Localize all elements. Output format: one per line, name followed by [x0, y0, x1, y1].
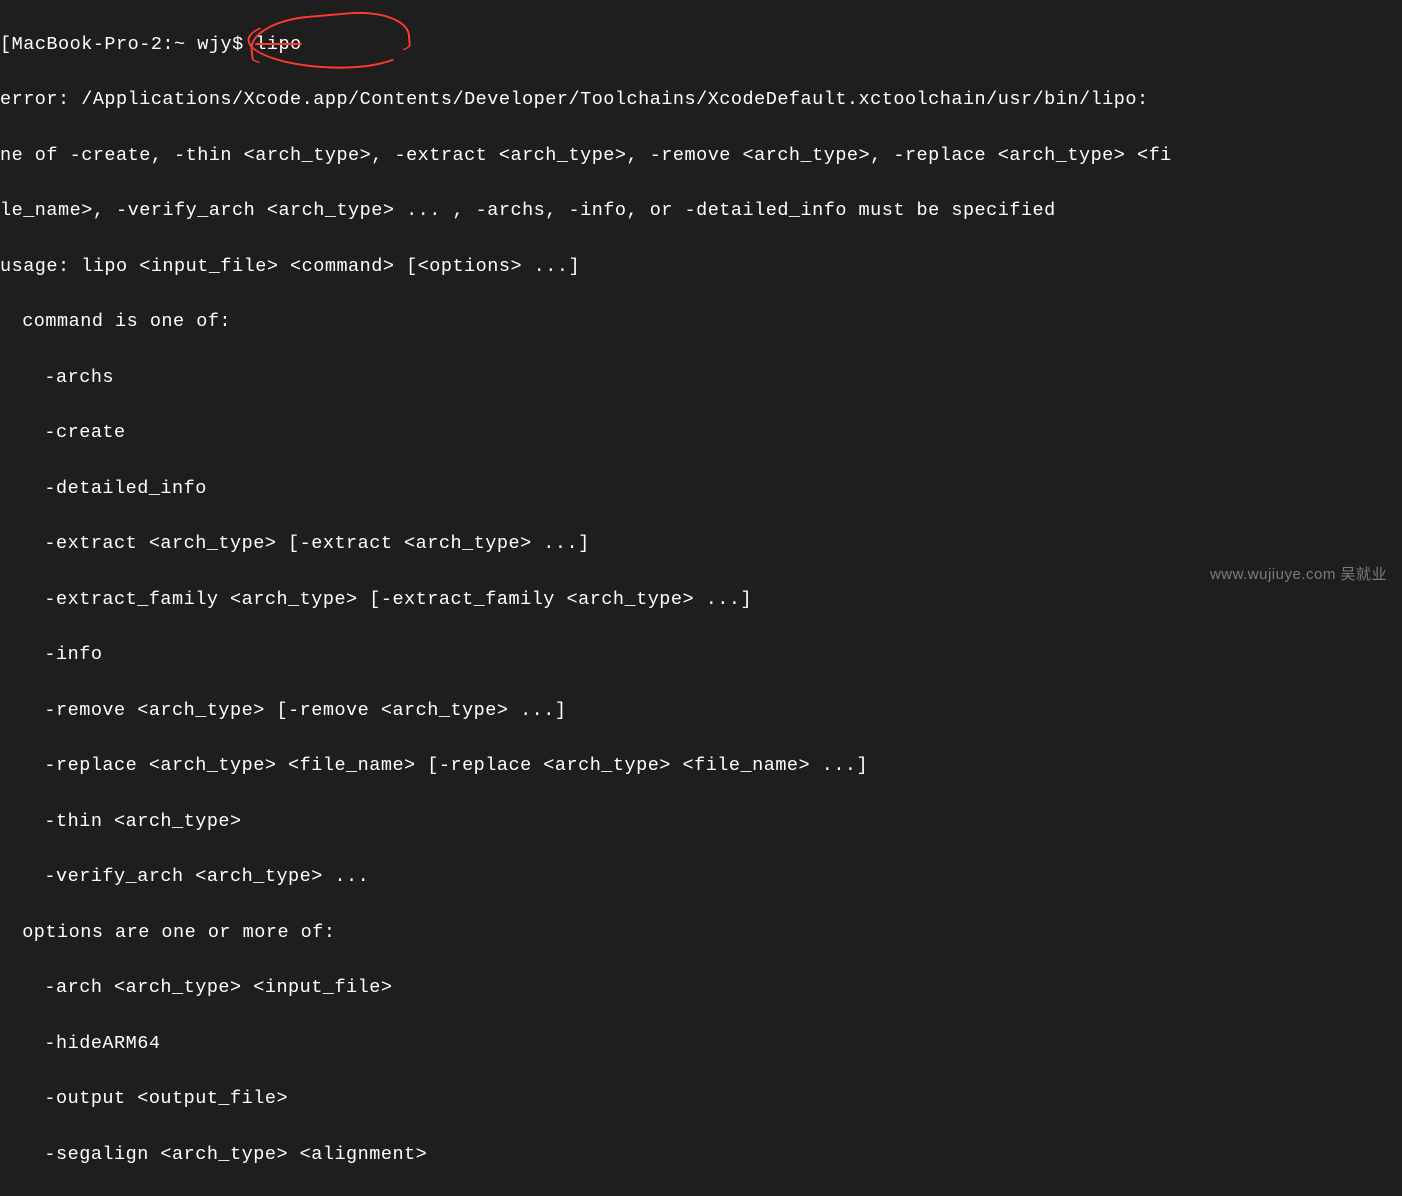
option-item: -hideARM64	[0, 1030, 1402, 1058]
command-item: -extract_family <arch_type> [-extract_fa…	[0, 586, 1402, 614]
command-item: -detailed_info	[0, 475, 1402, 503]
prompt-path: ~	[174, 34, 186, 55]
command-item: -extract <arch_type> [-extract <arch_typ…	[0, 530, 1402, 558]
usage-line: usage: lipo <input_file> <command> [<opt…	[0, 253, 1402, 281]
prompt-line[interactable]: [MacBook-Pro-2:~ wjy$ lipo	[0, 31, 1402, 59]
error-line: ne of -create, -thin <arch_type>, -extra…	[0, 142, 1402, 170]
prompt-host: MacBook-Pro-2:	[12, 34, 174, 55]
options-header: options are one or more of:	[0, 919, 1402, 947]
prompt-bracket: [	[0, 34, 12, 55]
watermark: www.wujiuye.com 吴就业	[1210, 564, 1387, 587]
command-item: -thin <arch_type>	[0, 808, 1402, 836]
option-item: -segalign <arch_type> <alignment>	[0, 1141, 1402, 1169]
option-item: -output <output_file>	[0, 1085, 1402, 1113]
command-item: -replace <arch_type> <file_name> [-repla…	[0, 752, 1402, 780]
error-line: error: /Applications/Xcode.app/Contents/…	[0, 86, 1402, 114]
command-item: -verify_arch <arch_type> ...	[0, 863, 1402, 891]
prompt-user: wjy$	[197, 34, 243, 55]
terminal-output[interactable]: [MacBook-Pro-2:~ wjy$ lipo error: /Appli…	[0, 3, 1402, 1196]
option-item: -arch <arch_type> <input_file>	[0, 974, 1402, 1002]
command-item: -archs	[0, 364, 1402, 392]
command-item: -info	[0, 641, 1402, 669]
command-header: command is one of:	[0, 308, 1402, 336]
command-item: -create	[0, 419, 1402, 447]
error-line: le_name>, -verify_arch <arch_type> ... ,…	[0, 197, 1402, 225]
command-item: -remove <arch_type> [-remove <arch_type>…	[0, 697, 1402, 725]
